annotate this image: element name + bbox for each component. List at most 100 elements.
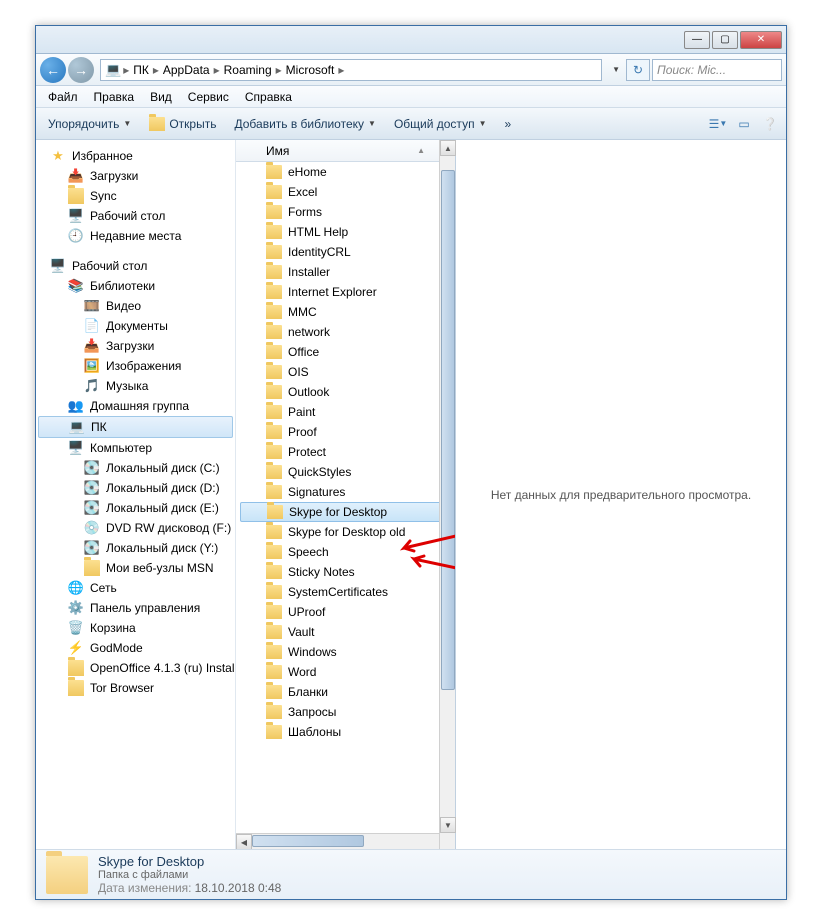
list-item[interactable]: Speech: [236, 542, 455, 562]
list-item[interactable]: OIS: [236, 362, 455, 382]
address-bar[interactable]: 💻 ▸ ПК ▸ AppData ▸ Roaming ▸ Microsoft ▸: [100, 59, 602, 81]
column-header-name[interactable]: Имя ▲: [236, 140, 455, 162]
list-item[interactable]: Paint: [236, 402, 455, 422]
menu-edit[interactable]: Правка: [86, 88, 143, 106]
nav-pc[interactable]: 💻ПК: [38, 416, 233, 438]
list-item[interactable]: UProof: [236, 602, 455, 622]
godmode-icon: ⚡: [68, 640, 84, 656]
nav-drive-y[interactable]: 💽Локальный диск (Y:): [36, 538, 235, 558]
nav-computer[interactable]: 🖥️Компьютер: [36, 438, 235, 458]
list-item[interactable]: Запросы: [236, 702, 455, 722]
nav-sync[interactable]: Sync: [36, 186, 235, 206]
forward-button[interactable]: →: [68, 57, 94, 83]
nav-network[interactable]: 🌐Сеть: [36, 578, 235, 598]
list-item[interactable]: Windows: [236, 642, 455, 662]
desktop-icon: 🖥️: [68, 208, 84, 224]
vertical-scrollbar[interactable]: ▲ ▼: [439, 140, 455, 849]
nav-drive-d[interactable]: 💽Локальный диск (D:): [36, 478, 235, 498]
add-to-library-button[interactable]: Добавить в библиотеку▼: [226, 113, 383, 135]
list-item[interactable]: Signatures: [236, 482, 455, 502]
list-item[interactable]: Outlook: [236, 382, 455, 402]
list-item[interactable]: Installer: [236, 262, 455, 282]
nav-downloads-lib[interactable]: 📥Загрузки: [36, 336, 235, 356]
scroll-thumb[interactable]: [441, 170, 455, 690]
folder-icon: [266, 685, 282, 699]
scroll-up-button[interactable]: ▲: [440, 140, 456, 156]
list-item-label: Windows: [288, 645, 337, 659]
menu-help[interactable]: Справка: [237, 88, 300, 106]
list-item[interactable]: HTML Help: [236, 222, 455, 242]
list-item[interactable]: Office: [236, 342, 455, 362]
help-button[interactable]: ❔: [758, 112, 782, 136]
breadcrumb-seg[interactable]: Microsoft: [284, 63, 337, 77]
recent-icon: 🕘: [68, 228, 84, 244]
list-item[interactable]: Шаблоны: [236, 722, 455, 742]
favorites-header[interactable]: ★Избранное: [36, 146, 235, 166]
nav-documents[interactable]: 📄Документы: [36, 316, 235, 336]
breadcrumb-seg[interactable]: ПК: [131, 63, 151, 77]
nav-recent[interactable]: 🕘Недавние места: [36, 226, 235, 246]
list-item[interactable]: Word: [236, 662, 455, 682]
list-item-label: Word: [288, 665, 316, 679]
list-item[interactable]: eHome: [236, 162, 455, 182]
list-item[interactable]: Sticky Notes: [236, 562, 455, 582]
nav-msn[interactable]: Мои веб-узлы MSN: [36, 558, 235, 578]
list-item-label: eHome: [288, 165, 327, 179]
nav-desktop-fav[interactable]: 🖥️Рабочий стол: [36, 206, 235, 226]
folder-icon: [266, 345, 282, 359]
addr-dropdown-icon[interactable]: ▼: [608, 65, 624, 74]
list-item[interactable]: Vault: [236, 622, 455, 642]
file-list[interactable]: Document Building BlockseHomeExcelFormsH…: [236, 162, 455, 833]
list-item[interactable]: Excel: [236, 182, 455, 202]
scroll-left-button[interactable]: ◀: [236, 834, 252, 849]
breadcrumb-seg[interactable]: Roaming: [222, 63, 274, 77]
minimize-button[interactable]: —: [684, 31, 710, 49]
list-item[interactable]: network: [236, 322, 455, 342]
breadcrumb-seg[interactable]: AppData: [161, 63, 212, 77]
nav-recycle[interactable]: 🗑️Корзина: [36, 618, 235, 638]
menu-file[interactable]: Файл: [40, 88, 86, 106]
list-item[interactable]: Internet Explorer: [236, 282, 455, 302]
nav-dvd[interactable]: 💿DVD RW дисковод (F:): [36, 518, 235, 538]
nav-godmode[interactable]: ⚡GodMode: [36, 638, 235, 658]
view-mode-button[interactable]: ☰ ▼: [706, 112, 730, 136]
list-item[interactable]: IdentityCRL: [236, 242, 455, 262]
nav-drive-e[interactable]: 💽Локальный диск (E:): [36, 498, 235, 518]
open-button[interactable]: Открыть: [141, 113, 224, 135]
horizontal-scrollbar[interactable]: ◀ ▶: [236, 833, 455, 849]
nav-tor[interactable]: Tor Browser: [36, 678, 235, 698]
close-button[interactable]: ✕: [740, 31, 782, 49]
scroll-thumb-h[interactable]: [252, 835, 364, 847]
nav-cpanel[interactable]: ⚙️Панель управления: [36, 598, 235, 618]
list-item[interactable]: Бланки: [236, 682, 455, 702]
list-item[interactable]: Skype for Desktop: [240, 502, 451, 522]
scroll-down-button[interactable]: ▼: [440, 817, 456, 833]
list-item[interactable]: Skype for Desktop old: [236, 522, 455, 542]
list-item[interactable]: Forms: [236, 202, 455, 222]
more-button[interactable]: »: [496, 113, 519, 135]
search-input[interactable]: Поиск: Mic...: [652, 59, 782, 81]
list-item[interactable]: QuickStyles: [236, 462, 455, 482]
preview-pane-button[interactable]: ▭: [732, 112, 756, 136]
nav-drive-c[interactable]: 💽Локальный диск (C:): [36, 458, 235, 478]
libraries-header[interactable]: 📚Библиотеки: [36, 276, 235, 296]
nav-openoffice[interactable]: OpenOffice 4.1.3 (ru) Instal: [36, 658, 235, 678]
list-item[interactable]: Protect: [236, 442, 455, 462]
nav-downloads[interactable]: 📥Загрузки: [36, 166, 235, 186]
organize-button[interactable]: Упорядочить▼: [40, 113, 139, 135]
nav-pane[interactable]: ★Избранное 📥Загрузки Sync 🖥️Рабочий стол…: [36, 140, 236, 849]
maximize-button[interactable]: ▢: [712, 31, 738, 49]
share-button[interactable]: Общий доступ▼: [386, 113, 495, 135]
nav-music[interactable]: 🎵Музыка: [36, 376, 235, 396]
back-button[interactable]: ←: [40, 57, 66, 83]
menu-view[interactable]: Вид: [142, 88, 180, 106]
nav-homegroup[interactable]: 👥Домашняя группа: [36, 396, 235, 416]
nav-pictures[interactable]: 🖼️Изображения: [36, 356, 235, 376]
nav-video[interactable]: 🎞️Видео: [36, 296, 235, 316]
list-item[interactable]: Proof: [236, 422, 455, 442]
refresh-button[interactable]: ↻: [626, 59, 650, 81]
menu-tools[interactable]: Сервис: [180, 88, 237, 106]
list-item[interactable]: MMC: [236, 302, 455, 322]
list-item[interactable]: SystemCertificates: [236, 582, 455, 602]
desktop-header[interactable]: 🖥️Рабочий стол: [36, 256, 235, 276]
